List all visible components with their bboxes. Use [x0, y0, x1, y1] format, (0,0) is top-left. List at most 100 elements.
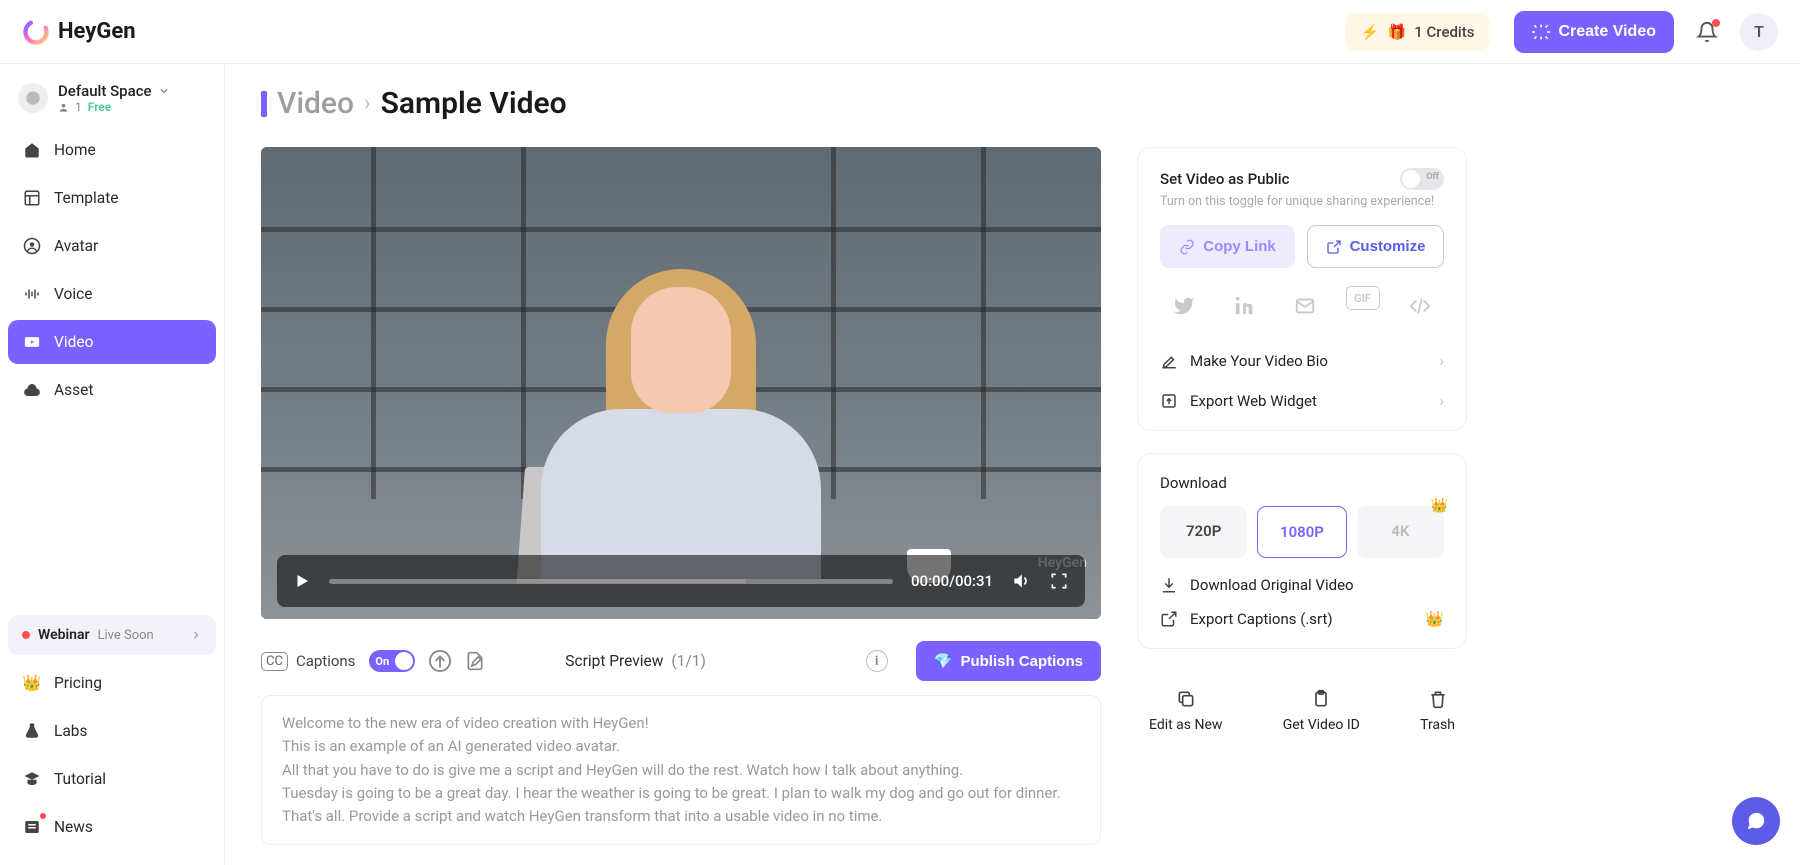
news-icon [22, 817, 42, 837]
resolution-720p-button[interactable]: 720P [1160, 506, 1247, 558]
edit-as-new-button[interactable]: Edit as New [1149, 689, 1222, 733]
trash-button[interactable]: Trash [1420, 689, 1455, 733]
flask-icon [22, 721, 42, 741]
create-video-button[interactable]: Create Video [1514, 11, 1674, 53]
script-preview-box[interactable]: Welcome to the new era of video creation… [261, 695, 1101, 845]
captions-toggle[interactable]: On [369, 650, 415, 672]
voice-icon [22, 284, 42, 304]
download-card: Download 720P 1080P 4K 👑 Download Origin… [1137, 453, 1467, 649]
fullscreen-button[interactable] [1049, 571, 1069, 591]
chevron-right-icon: › [1439, 392, 1444, 410]
sidebar-item-home[interactable]: Home [8, 128, 216, 172]
share-email-button[interactable] [1285, 286, 1325, 326]
sidebar-item-tutorial[interactable]: Tutorial [8, 757, 216, 801]
premium-crown-icon: 👑 [1425, 610, 1444, 628]
notifications-button[interactable] [1696, 21, 1718, 43]
credits-pill[interactable]: ⚡ 🎁 1 Credits [1345, 13, 1491, 51]
chevron-down-icon [158, 85, 170, 97]
sidebar-item-labs[interactable]: Labs [8, 709, 216, 753]
edit-captions-button[interactable] [465, 651, 485, 671]
play-icon [293, 572, 311, 590]
share-twitter-button[interactable] [1164, 286, 1204, 326]
gem-icon: 💎 [934, 652, 953, 670]
sidebar-item-asset[interactable]: Asset [8, 368, 216, 412]
breadcrumb-section[interactable]: Video [277, 86, 354, 121]
play-button[interactable] [293, 572, 311, 590]
workspace-selector[interactable]: Default Space 1 Free [8, 76, 216, 128]
live-dot-icon [22, 631, 30, 639]
video-frame [261, 147, 1101, 619]
captions-label: Captions [296, 652, 355, 670]
share-embed-button[interactable] [1400, 286, 1440, 326]
fullscreen-icon [1049, 571, 1069, 591]
share-card: Set Video as Public Off Turn on this tog… [1137, 147, 1467, 431]
video-controls: 00:00/00:31 [277, 555, 1085, 607]
script-preview-count: (1/1) [671, 652, 706, 670]
breadcrumb: Video › Sample Video [261, 86, 1764, 121]
download-icon [1160, 576, 1178, 594]
clipboard-icon [1311, 689, 1331, 709]
link-icon [1179, 239, 1195, 255]
chat-icon [1745, 810, 1767, 832]
video-player[interactable]: HeyGen 00:00/00:31 [261, 147, 1101, 619]
volume-icon [1011, 571, 1031, 591]
video-actions: Edit as New Get Video ID Trash [1137, 689, 1467, 733]
sidebar-item-news[interactable]: News [8, 805, 216, 849]
gift-icon: 🎁 [1388, 23, 1407, 41]
export-captions-button[interactable]: Export Captions (.srt) 👑 [1160, 610, 1444, 628]
make-video-bio-button[interactable]: Make Your Video Bio › [1160, 338, 1444, 370]
sidebar-item-pricing[interactable]: 👑 Pricing [8, 661, 216, 705]
sidebar: Default Space 1 Free Home Template Avata… [0, 64, 225, 865]
mail-icon [1294, 295, 1316, 317]
brand-name: HeyGen [58, 19, 136, 44]
video-time: 00:00/00:31 [911, 572, 993, 590]
script-text: Welcome to the new era of video creation… [282, 714, 1061, 825]
brand-logo[interactable]: HeyGen [22, 18, 136, 46]
public-toggle[interactable]: Off [1400, 168, 1444, 190]
download-original-button[interactable]: Download Original Video [1160, 576, 1444, 594]
plan-badge: Free [88, 100, 112, 114]
share-linkedin-button[interactable] [1225, 286, 1265, 326]
main-content: Video › Sample Video HeyGen [225, 64, 1800, 865]
graduation-icon [22, 769, 42, 789]
notification-dot [1712, 19, 1720, 27]
sidebar-item-webinar[interactable]: Webinar Live Soon [8, 615, 216, 655]
export-web-widget-button[interactable]: Export Web Widget › [1160, 370, 1444, 410]
upload-captions-button[interactable] [429, 650, 451, 672]
top-bar: HeyGen ⚡ 🎁 1 Credits Create Video T [0, 0, 1800, 64]
workspace-avatar-icon [18, 83, 48, 113]
breadcrumb-marker [261, 91, 267, 117]
progress-bar[interactable] [329, 579, 893, 584]
twitter-icon [1173, 295, 1195, 317]
linkedin-icon [1234, 295, 1256, 317]
share-gif-button[interactable]: GIF [1346, 286, 1380, 310]
asset-icon [22, 380, 42, 400]
upload-icon [429, 650, 451, 672]
export-icon [1160, 392, 1178, 410]
download-title: Download [1160, 474, 1444, 492]
info-button[interactable]: i [866, 650, 888, 672]
resolution-1080p-button[interactable]: 1080P [1257, 506, 1346, 558]
sidebar-item-template[interactable]: Template [8, 176, 216, 220]
lightning-icon: ⚡ [1361, 23, 1380, 41]
copy-link-button[interactable]: Copy Link [1160, 225, 1295, 268]
publish-captions-button[interactable]: 💎 Publish Captions [916, 641, 1101, 681]
video-icon [22, 332, 42, 352]
script-preview-label: Script Preview [565, 652, 663, 670]
user-avatar[interactable]: T [1740, 13, 1778, 51]
customize-button[interactable]: Customize [1307, 225, 1444, 268]
volume-button[interactable] [1011, 571, 1031, 591]
get-video-id-button[interactable]: Get Video ID [1283, 689, 1360, 733]
sidebar-item-avatar[interactable]: Avatar [8, 224, 216, 268]
external-link-icon [1326, 239, 1342, 255]
sidebar-item-voice[interactable]: Voice [8, 272, 216, 316]
support-chat-button[interactable] [1732, 797, 1780, 845]
crown-icon: 👑 [22, 673, 42, 693]
edit-file-icon [465, 651, 485, 671]
captions-toolbar: CC Captions On Script Preview [261, 641, 1101, 681]
user-icon [58, 102, 69, 113]
page-title: Sample Video [381, 86, 567, 121]
home-icon [22, 140, 42, 160]
chevron-right-icon [190, 629, 202, 641]
sidebar-item-video[interactable]: Video [8, 320, 216, 364]
